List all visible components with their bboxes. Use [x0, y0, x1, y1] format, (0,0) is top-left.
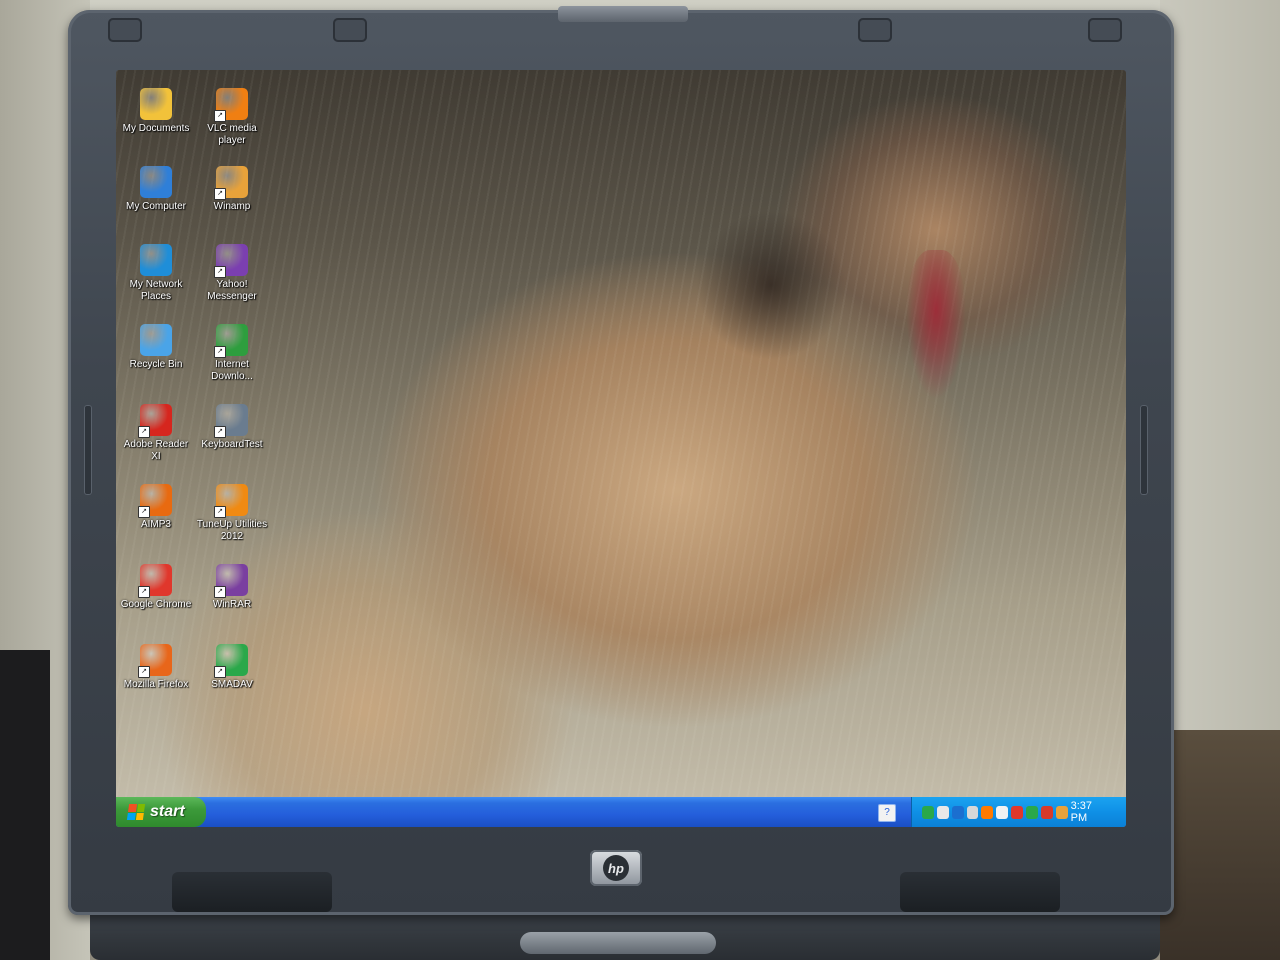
windows-flag-icon — [126, 804, 146, 820]
my-documents-icon — [140, 88, 172, 120]
my-computer-icon — [140, 166, 172, 198]
shortcut-arrow-icon: ↗ — [214, 506, 226, 518]
tray-app-icon[interactable] — [1040, 805, 1053, 819]
google-chrome-icon: ↗ — [138, 564, 172, 598]
tray-app-icon[interactable] — [936, 805, 949, 819]
desk-right — [1160, 730, 1280, 960]
desktop-icon-yahoo-messenger[interactable]: ↗ Yahoo! Messenger — [194, 244, 270, 303]
internet-download-manager-icon: ↗ — [214, 324, 248, 358]
shortcut-arrow-icon: ↗ — [138, 586, 150, 598]
help-icon[interactable]: ? — [878, 804, 896, 822]
firefox-icon: ↗ — [138, 644, 172, 678]
desktop-icon-label: VLC media player — [207, 123, 257, 146]
tray-app-icon[interactable] — [981, 805, 994, 819]
desktop-icon-my-computer[interactable]: My Computer — [118, 166, 194, 213]
tray-clock[interactable]: 3:37 PM — [1071, 800, 1108, 824]
shortcut-arrow-icon: ↗ — [138, 666, 150, 678]
shortcut-arrow-icon: ↗ — [138, 426, 150, 438]
taskbar: start ? 3:37 PM — [116, 797, 1126, 827]
bezel-bump — [858, 18, 892, 42]
desktop-icon-winamp[interactable]: ↗ Winamp — [194, 166, 270, 213]
wallpaper-lion-mane — [696, 210, 846, 360]
hp-logo-text: hp — [603, 855, 629, 881]
desktop-icon-label: Mozilla Firefox — [123, 679, 189, 690]
aimp3-icon: ↗ — [138, 484, 172, 518]
desktop-icon-label: SMADAV — [211, 679, 253, 690]
laptop-base — [90, 910, 1160, 960]
laptop-bezel: hp My Documents ↗ VLC media player My Compu… — [68, 6, 1174, 915]
shortcut-arrow-icon: ↗ — [214, 110, 226, 122]
desktop-icon-firefox[interactable]: ↗ Mozilla Firefox — [118, 644, 194, 691]
desktop-icon-winrar[interactable]: ↗ WinRAR — [194, 564, 270, 611]
desktop-screen: My Documents ↗ VLC media player My Computer… — [116, 70, 1126, 827]
desk-left — [0, 650, 50, 960]
system-tray: 3:37 PM — [911, 797, 1126, 827]
bezel-side-slot — [84, 405, 92, 495]
desktop-icon-label: Adobe Reader XI — [123, 439, 189, 462]
adobe-reader-icon: ↗ — [138, 404, 172, 438]
recycle-bin-icon — [140, 324, 172, 356]
desktop-icon-label: TuneUp Utilities 2012 — [196, 519, 268, 542]
desktop-icon-my-documents[interactable]: My Documents — [118, 88, 194, 135]
winrar-icon: ↗ — [214, 564, 248, 598]
desktop-icon-smadav[interactable]: ↗ SMADAV — [194, 644, 270, 691]
desktop-icon-label: My Documents — [122, 123, 190, 134]
desktop-icon-label: Yahoo! Messenger — [207, 279, 257, 302]
desktop-icon-aimp3[interactable]: ↗ AIMP3 — [118, 484, 194, 531]
shortcut-arrow-icon: ↗ — [214, 188, 226, 200]
bezel-bump — [1088, 18, 1122, 42]
tray-app-icon[interactable] — [951, 805, 964, 819]
desktop-icon-label: Winamp — [213, 201, 251, 212]
tray-app-icon[interactable] — [966, 805, 979, 819]
tray-app-icon[interactable] — [1026, 805, 1038, 819]
base-notch — [520, 932, 716, 954]
top-latch — [558, 6, 688, 22]
winamp-icon: ↗ — [214, 166, 248, 200]
desktop-icon-label: My Network Places — [129, 279, 183, 302]
keyboard-test-icon: ↗ — [214, 404, 248, 438]
desktop-icon-vlc[interactable]: ↗ VLC media player — [194, 88, 270, 147]
bezel-foot — [172, 872, 332, 912]
hp-logo: hp — [590, 850, 642, 886]
tray-app-icon[interactable] — [922, 805, 934, 819]
shortcut-arrow-icon: ↗ — [214, 346, 226, 358]
desktop-icon-label: Internet Downlo... — [211, 359, 253, 382]
desktop-icon-label: KeyboardTest — [201, 439, 263, 450]
desktop-icon-label: Google Chrome — [120, 599, 192, 610]
start-label: start — [150, 803, 185, 820]
shortcut-arrow-icon: ↗ — [214, 426, 226, 438]
tray-app-icon[interactable] — [1011, 805, 1024, 819]
shortcut-arrow-icon: ↗ — [214, 586, 226, 598]
bezel-side-slot — [1140, 405, 1148, 495]
bezel-foot — [900, 872, 1060, 912]
tray-app-icon[interactable] — [1055, 805, 1068, 819]
desktop-icon-tuneup-utilities[interactable]: ↗ TuneUp Utilities 2012 — [194, 484, 270, 543]
desktop-icon-label: WinRAR — [212, 599, 252, 610]
shortcut-arrow-icon: ↗ — [138, 506, 150, 518]
network-places-icon — [140, 244, 172, 276]
shortcut-arrow-icon: ↗ — [214, 266, 226, 278]
desktop-icon-label: Recycle Bin — [129, 359, 183, 370]
vlc-icon: ↗ — [214, 88, 248, 122]
desktop-icon-adobe-reader[interactable]: ↗ Adobe Reader XI — [118, 404, 194, 463]
desktop-icon-keyboard-test[interactable]: ↗ KeyboardTest — [194, 404, 270, 451]
tray-app-icon[interactable] — [996, 805, 1009, 819]
desktop-icon-recycle-bin[interactable]: Recycle Bin — [118, 324, 194, 371]
bezel-bump — [108, 18, 142, 42]
wallpaper-lion-mouth — [906, 250, 966, 400]
desktop-icon-google-chrome[interactable]: ↗ Google Chrome — [118, 564, 194, 611]
start-button[interactable]: start — [116, 797, 206, 827]
bezel-bump — [333, 18, 367, 42]
tuneup-utilities-icon: ↗ — [214, 484, 248, 518]
desktop-icon-label: AIMP3 — [140, 519, 171, 530]
desktop-icon-internet-download-manager[interactable]: ↗ Internet Downlo... — [194, 324, 270, 383]
yahoo-messenger-icon: ↗ — [214, 244, 248, 278]
desktop-icon-network-places[interactable]: My Network Places — [118, 244, 194, 303]
desktop-icon-label: My Computer — [125, 201, 186, 212]
smadav-icon: ↗ — [214, 644, 248, 678]
shortcut-arrow-icon: ↗ — [214, 666, 226, 678]
